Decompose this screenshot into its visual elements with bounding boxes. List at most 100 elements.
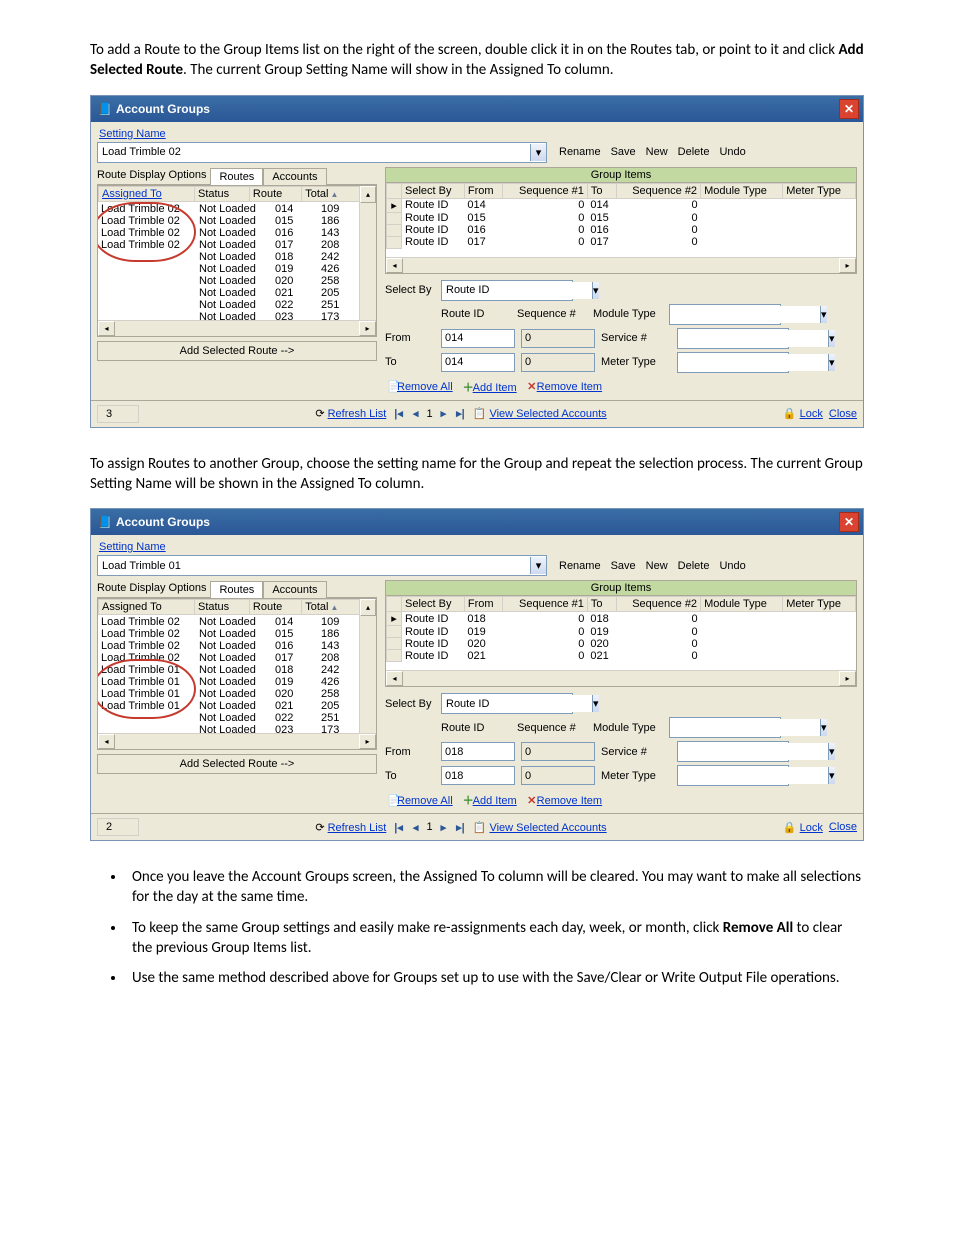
rename-button[interactable]: Rename [559,560,601,572]
horizontal-scrollbar[interactable]: ◂▸ [386,257,856,273]
lock-button[interactable]: 🔒 Lock [783,821,823,834]
col-seq1[interactable]: Sequence #1 [503,183,588,198]
table-row[interactable]: Route ID01600160 [387,224,856,236]
table-row[interactable]: Load Trimble 02Not Loaded014109 [98,616,344,628]
view-selected-accounts-button[interactable]: 📋 View Selected Accounts [473,821,607,834]
vertical-scrollbar[interactable]: ▴ [359,186,376,321]
chevron-down-icon[interactable]: ▾ [828,354,835,371]
table-row[interactable]: Not Loaded021205 [98,287,344,299]
col-seq2[interactable]: Sequence #2 [616,597,701,612]
table-row[interactable]: Load Trimble 02Not Loaded016143 [98,227,344,239]
remove-all-button[interactable]: 📄Remove All [387,380,453,393]
setting-name-label[interactable]: Setting Name [99,541,857,553]
col-meter-type[interactable]: Meter Type [783,183,856,198]
lock-button[interactable]: 🔒 Lock [783,407,823,420]
rename-button[interactable]: Rename [559,146,601,158]
add-selected-route-button[interactable]: Add Selected Route --> [97,754,377,774]
delete-button[interactable]: Delete [678,560,710,572]
table-row[interactable]: Route ID01700170 [387,236,856,248]
close-button[interactable]: Close [829,821,857,833]
chevron-down-icon[interactable]: ▾ [820,719,827,736]
tab-accounts[interactable]: Accounts [263,581,326,598]
table-row[interactable]: Load Trimble 01Not Loaded019426 [98,676,344,688]
vertical-scrollbar[interactable]: ▴ [359,599,376,734]
group-items-grid[interactable]: Select By From Sequence #1 To Sequence #… [385,596,857,687]
add-item-button[interactable]: ＋Add Item [463,792,517,808]
setting-name-combo[interactable]: ▾ [97,555,547,576]
table-row[interactable]: Load Trimble 02Not Loaded017208 [98,239,344,251]
new-button[interactable]: New [646,146,668,158]
col-from[interactable]: From [464,183,502,198]
module-type-combo[interactable]: ▾ [669,717,781,738]
table-row[interactable]: Load Trimble 02Not Loaded015186 [98,628,344,640]
group-items-grid[interactable]: Select By From Sequence #1 To Sequence #… [385,183,857,274]
undo-button[interactable]: Undo [719,560,745,572]
titlebar[interactable]: 📘 Account Groups ✕ [91,96,863,122]
col-total[interactable]: Total▲ [302,186,360,201]
col-to[interactable]: To [587,183,616,198]
nav-first-icon[interactable]: |◂ [392,407,405,420]
table-row[interactable]: Not Loaded018242 [98,251,344,263]
nav-first-icon[interactable]: |◂ [392,821,405,834]
table-row[interactable]: ▸Route ID01400140 [387,198,856,212]
close-icon[interactable]: ✕ [839,99,859,119]
table-row[interactable]: Not Loaded019426 [98,263,344,275]
chevron-down-icon[interactable]: ▾ [530,144,546,161]
meter-type-combo[interactable]: ▾ [677,352,789,373]
col-from[interactable]: From [464,597,502,612]
table-row[interactable]: Route ID01900190 [387,626,856,638]
col-route[interactable]: Route [249,186,301,201]
horizontal-scrollbar[interactable]: ◂▸ [386,670,856,686]
new-button[interactable]: New [646,560,668,572]
horizontal-scrollbar[interactable]: ◂▸ [98,733,376,749]
to-route-input[interactable]: 018 [441,766,515,785]
table-row[interactable]: Load Trimble 02Not Loaded015186 [98,215,344,227]
service-combo[interactable]: ▾ [677,328,789,349]
nav-last-icon[interactable]: ▸| [454,407,467,420]
nav-prev-icon[interactable]: ◂ [411,821,421,834]
nav-prev-icon[interactable]: ◂ [411,407,421,420]
to-seq-input[interactable]: 0 [521,766,595,785]
table-row[interactable]: Load Trimble 02Not Loaded014109 [98,203,344,215]
view-selected-accounts-button[interactable]: 📋 View Selected Accounts [473,407,607,420]
table-row[interactable]: Load Trimble 02Not Loaded016143 [98,640,344,652]
table-row[interactable]: Route ID02100210 [387,650,856,662]
table-row[interactable]: Not Loaded022251 [98,712,344,724]
refresh-list-button[interactable]: ⟳ Refresh List [315,407,386,420]
tab-routes[interactable]: Routes [210,581,263,598]
col-select-by[interactable]: Select By [402,597,465,612]
chevron-down-icon[interactable]: ▾ [828,330,835,347]
routes-grid[interactable]: Assigned To Status Route Total▲ Load Tri… [97,598,377,750]
to-seq-input[interactable]: 0 [521,353,595,372]
select-by-combo[interactable]: ▾ [441,280,573,301]
to-route-input[interactable]: 014 [441,353,515,372]
table-row[interactable]: Load Trimble 02Not Loaded017208 [98,652,344,664]
select-by-combo[interactable]: ▾ [441,693,573,714]
add-item-button[interactable]: ＋Add Item [463,379,517,395]
nav-last-icon[interactable]: ▸| [454,821,467,834]
col-assigned-to[interactable]: Assigned To [99,600,195,615]
table-row[interactable]: Route ID01500150 [387,212,856,224]
table-row[interactable]: Load Trimble 01Not Loaded020258 [98,688,344,700]
chevron-down-icon[interactable]: ▾ [592,695,599,712]
col-seq2[interactable]: Sequence #2 [616,183,701,198]
col-select-by[interactable]: Select By [402,183,465,198]
setting-name-label[interactable]: Setting Name [99,128,857,140]
meter-type-combo[interactable]: ▾ [677,765,789,786]
table-row[interactable]: Route ID02000200 [387,638,856,650]
undo-button[interactable]: Undo [719,146,745,158]
close-icon[interactable]: ✕ [839,512,859,532]
table-row[interactable]: Not Loaded020258 [98,275,344,287]
titlebar[interactable]: 📘 Account Groups ✕ [91,509,863,535]
table-row[interactable]: ▸Route ID01800180 [387,612,856,626]
remove-item-button[interactable]: ✕Remove Item [527,794,602,807]
nav-next-icon[interactable]: ▸ [439,407,449,420]
setting-name-combo[interactable]: ▾ [97,142,547,163]
from-route-input[interactable]: 018 [441,742,515,761]
from-route-input[interactable]: 014 [441,329,515,348]
module-type-combo[interactable]: ▾ [669,304,781,325]
add-selected-route-button[interactable]: Add Selected Route --> [97,341,377,361]
col-module-type[interactable]: Module Type [701,597,783,612]
close-button[interactable]: Close [829,408,857,420]
table-row[interactable]: Not Loaded022251 [98,299,344,311]
